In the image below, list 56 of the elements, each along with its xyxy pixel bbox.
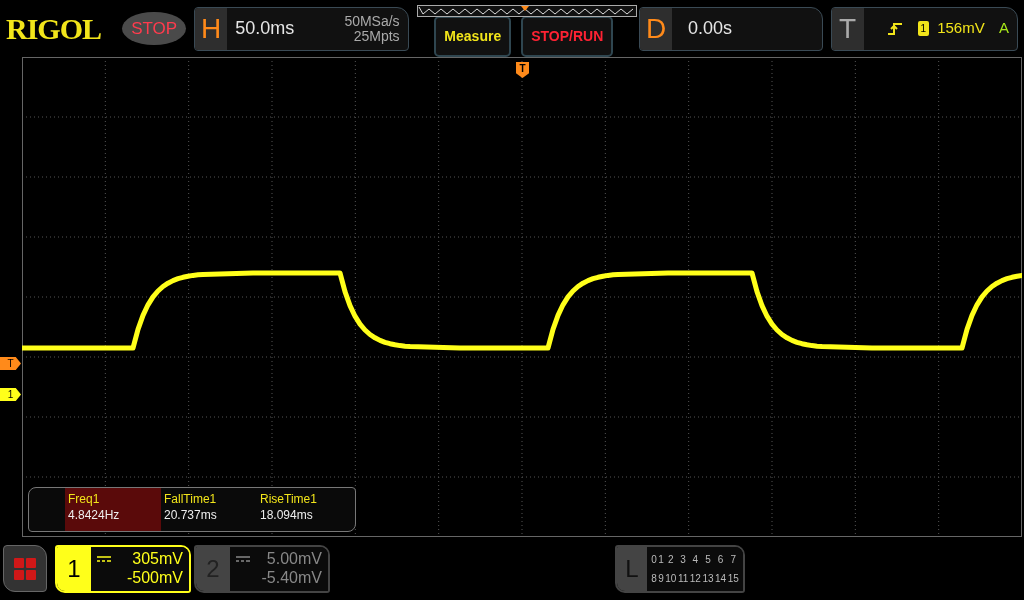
- dc-coupling-icon: [236, 555, 250, 562]
- dc-coupling-icon: [97, 555, 111, 562]
- timebase-label: H: [201, 11, 222, 46]
- logic-channel-number: 8: [651, 572, 658, 586]
- measurement-name: RiseTime1: [260, 492, 318, 508]
- trigger-source-badge: 1: [917, 21, 930, 36]
- delay-panel[interactable]: D 0.00s: [639, 6, 823, 51]
- delay-value: 0.00s: [688, 17, 733, 40]
- measurement-value: 20.737ms: [164, 507, 218, 524]
- logic-channel-number: 11: [677, 572, 689, 586]
- measurement-name: FallTime1: [164, 492, 218, 508]
- logic-channel-number: 14: [714, 572, 727, 586]
- trigger-label: T: [839, 11, 857, 46]
- logic-channel-number: 6: [716, 553, 725, 567]
- timebase-panel[interactable]: H 50.0ms 50MSa/s 25Mpts: [194, 6, 409, 51]
- logic-channel-number: 7: [729, 553, 737, 567]
- logic-channel-number: 9: [658, 572, 665, 586]
- logic-channel-number: 13: [702, 572, 714, 586]
- timebase-value: 50.0ms: [235, 17, 296, 40]
- logic-channel-number: 10: [665, 572, 677, 586]
- logic-channel-number: 0: [651, 553, 658, 567]
- logic-channel-number: 12: [689, 572, 702, 586]
- channel-number: 1: [67, 554, 81, 584]
- brand-logo: RIGOL: [6, 11, 103, 47]
- measurement-item[interactable]: FallTime1 20.737ms: [161, 488, 257, 531]
- logic-channel-number: 4: [691, 553, 700, 567]
- measurement-name: Freq1: [68, 492, 101, 508]
- logic-channel-number: 5: [704, 553, 712, 567]
- delay-label: D: [645, 11, 667, 46]
- memory-depth: 25Mpts: [352, 28, 400, 44]
- channel-offset: -500mV: [125, 568, 183, 588]
- trigger-position-marker[interactable]: T: [516, 62, 529, 78]
- measurement-item[interactable]: Freq1 4.8424Hz: [65, 488, 161, 531]
- trigger-level-marker[interactable]: T: [0, 357, 21, 370]
- menu-button[interactable]: Measure: [434, 16, 512, 57]
- channel-panel[interactable]: 1 305mV -500mV: [55, 545, 191, 593]
- logic-channel-number: 2: [667, 553, 675, 567]
- measurement-item[interactable]: RiseTime1 18.094ms: [257, 488, 353, 531]
- logic-channel-number: 1: [658, 553, 665, 567]
- sample-rate: 50MSa/s: [344, 13, 400, 29]
- main-menu-button[interactable]: [3, 545, 47, 592]
- grid-menu-icon: [14, 557, 36, 580]
- trigger-mode: A: [999, 18, 1009, 39]
- trigger-panel[interactable]: T 1 156mV A: [830, 6, 1018, 51]
- logic-channel-number: 15: [727, 572, 739, 586]
- menu-button[interactable]: STOP/RUN: [521, 16, 614, 57]
- measurement-value: 4.8424Hz: [68, 507, 121, 524]
- channel-scale: 5.00mV: [266, 549, 322, 569]
- logic-channel-number: 3: [679, 553, 687, 567]
- channel-offset: -5.40mV: [260, 568, 322, 588]
- channel-offset-marker[interactable]: 1: [0, 388, 21, 401]
- run-state-indicator: STOP: [122, 11, 187, 46]
- measurement-value: 18.094ms: [260, 507, 314, 524]
- rising-edge-icon: [887, 21, 902, 36]
- channel-scale: 305mV: [132, 549, 183, 569]
- trigger-level: 156mV: [937, 18, 986, 39]
